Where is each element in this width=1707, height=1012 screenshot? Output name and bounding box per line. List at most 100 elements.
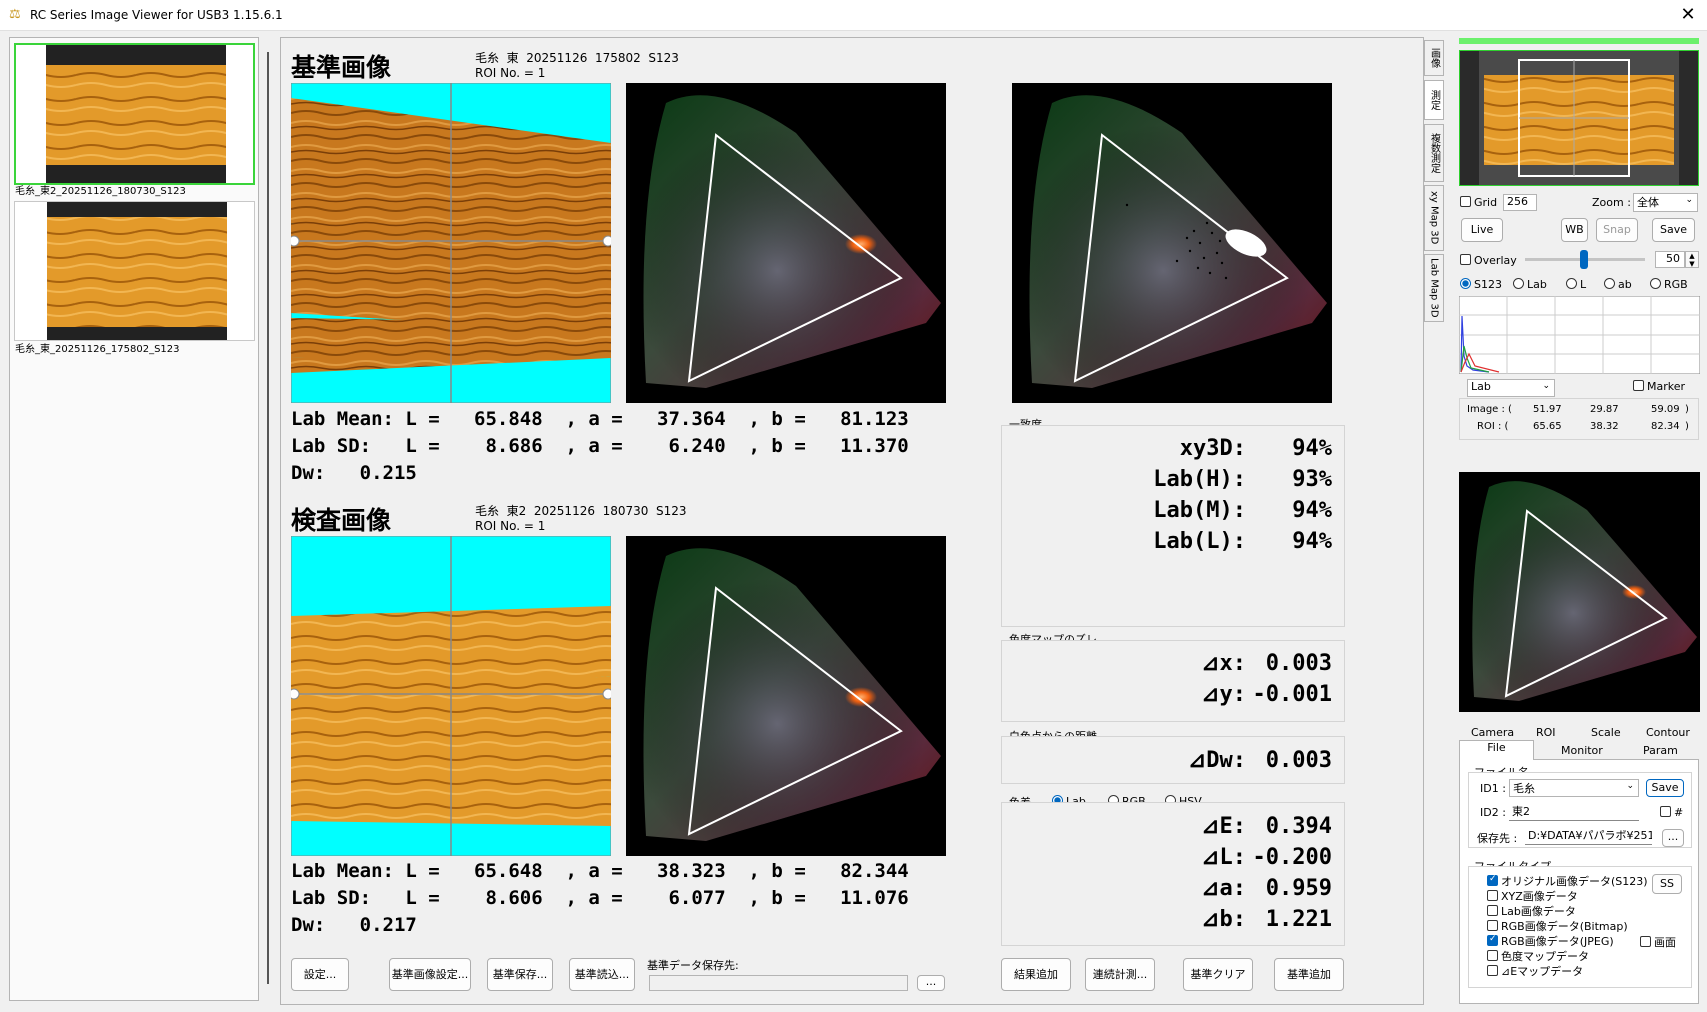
file-type-chroma-map[interactable]: 色度マップデータ — [1487, 948, 1589, 964]
marker-checkbox[interactable]: Marker — [1633, 380, 1685, 393]
file-type-original[interactable]: オリジナル画像データ(S123) — [1487, 873, 1648, 889]
preview-image[interactable] — [1459, 50, 1699, 186]
reference-save-button[interactable]: 基準保存... — [487, 958, 553, 991]
reference-add-button[interactable]: 基準追加 — [1274, 958, 1344, 991]
tab-scale[interactable]: Scale — [1591, 726, 1621, 739]
image-stats-b: 59.09 — [1651, 404, 1680, 415]
save-button[interactable]: Save — [1652, 218, 1695, 242]
mode-radio-ab[interactable]: ab — [1604, 278, 1632, 291]
tab-lab-map-3d[interactable]: Lab Map 3D — [1424, 254, 1444, 322]
radio-dot — [1513, 278, 1524, 289]
tab-file[interactable]: File — [1459, 740, 1534, 760]
dest-label: 保存先 : — [1477, 832, 1518, 845]
radio-label: S123 — [1474, 278, 1502, 291]
roi-stats-row: ROI : ( 65.65 38.32 82.34 ) — [1477, 421, 1692, 432]
histogram-select[interactable]: Lab ⌄ — [1467, 379, 1555, 397]
zoom-label: Zoom : — [1592, 196, 1631, 209]
mode-radio-lab[interactable]: Lab — [1513, 278, 1547, 291]
file-type-label: Lab画像データ — [1501, 905, 1576, 918]
screen-checkbox[interactable]: 画面 — [1640, 934, 1676, 950]
mode-radio-rgb[interactable]: RGB — [1650, 278, 1688, 291]
delta-dw-value: 0.003 — [1265, 748, 1332, 773]
tab-monitor[interactable]: Monitor — [1561, 744, 1603, 757]
settings-button[interactable]: 設定... — [291, 958, 349, 991]
file-type-jpeg[interactable]: RGB画像データ(JPEG) — [1487, 933, 1614, 949]
reference-setting-button[interactable]: 基準画像設定... — [389, 958, 471, 991]
match-value: 94% — [1292, 498, 1332, 523]
radio-dot — [1650, 278, 1661, 289]
mode-radio-l[interactable]: L — [1566, 278, 1586, 291]
close-icon[interactable]: ✕ — [1675, 3, 1701, 27]
zoom-value: 全体 — [1637, 196, 1659, 209]
id1-label: ID1 : — [1480, 782, 1506, 795]
overlay-checkbox[interactable]: Overlay — [1460, 254, 1517, 267]
wb-button[interactable]: WB — [1561, 218, 1588, 242]
id2-field[interactable]: 東2 — [1509, 803, 1639, 821]
thumbnail-label: 毛糸_東_20251126_175802_S123 — [15, 344, 180, 355]
continuous-measure-button[interactable]: 連続計測... — [1085, 958, 1155, 991]
thumbnail-item[interactable] — [14, 43, 255, 185]
file-type-lab[interactable]: Lab画像データ — [1487, 903, 1576, 919]
splitter[interactable] — [267, 52, 269, 984]
image-stats-label: Image : ( — [1467, 404, 1512, 415]
tab-xy-map-3d[interactable]: xy Map 3D — [1424, 185, 1444, 251]
tab-param[interactable]: Param — [1643, 744, 1678, 757]
marker-label: Marker — [1647, 380, 1686, 393]
snap-button[interactable]: Snap — [1596, 218, 1638, 242]
mode-radio-s123[interactable]: S123 — [1460, 278, 1502, 291]
thumbnail-item[interactable] — [14, 201, 255, 341]
right-chromaticity — [1459, 472, 1700, 712]
id2-label: ID2 : — [1480, 806, 1506, 819]
id1-select[interactable]: 毛糸 ⌄ — [1509, 779, 1639, 797]
match-value: 94% — [1292, 436, 1332, 461]
overlay-slider-thumb[interactable] — [1580, 250, 1588, 269]
file-type-xyz[interactable]: XYZ画像データ — [1487, 888, 1578, 904]
check-box — [1660, 806, 1671, 817]
tab-contour[interactable]: Contour — [1646, 726, 1690, 739]
radio-label: Lab — [1527, 278, 1547, 291]
reference-load-button[interactable]: 基準読込... — [569, 958, 635, 991]
hash-checkbox[interactable]: # — [1660, 806, 1683, 819]
delta-a-value: 0.959 — [1265, 876, 1332, 901]
histogram — [1459, 296, 1700, 374]
reference-clear-button[interactable]: 基準クリア — [1183, 958, 1253, 991]
tab-roi[interactable]: ROI — [1536, 726, 1556, 739]
file-type-bitmap[interactable]: RGB画像データ(Bitmap) — [1487, 918, 1628, 934]
check-box — [1487, 890, 1498, 901]
match-name: Lab(M): — [1153, 498, 1246, 523]
delta-l-name: ⊿L: — [1201, 845, 1246, 870]
reference-heading: 基準画像 — [291, 53, 392, 82]
thumbnail-image — [47, 202, 227, 340]
dest-browse-button[interactable]: ... — [1662, 829, 1684, 847]
file-type-de-map[interactable]: ⊿Eマップデータ — [1487, 963, 1583, 979]
live-button[interactable]: Live — [1461, 218, 1503, 242]
delta-dw-name: ⊿Dw: — [1187, 748, 1246, 773]
tab-measure[interactable]: 測定 — [1424, 80, 1444, 120]
overlay-value-field[interactable]: 50 — [1655, 251, 1685, 268]
id1-save-button[interactable]: Save — [1646, 779, 1684, 797]
grid-checkbox[interactable]: Grid — [1460, 196, 1497, 209]
hash-label: # — [1674, 806, 1684, 819]
file-type-label: RGB画像データ(JPEG) — [1501, 935, 1614, 948]
delta-x-name: ⊿x: — [1201, 651, 1246, 676]
radio-dot — [1604, 278, 1615, 289]
save-dest-field[interactable] — [649, 975, 908, 991]
chevron-down-icon: ⌄ — [1626, 781, 1634, 791]
inspection-image — [291, 536, 611, 856]
ss-button[interactable]: SS — [1652, 874, 1682, 894]
tab-camera[interactable]: Camera — [1471, 726, 1514, 739]
delta-l-value: -0.200 — [1252, 845, 1332, 870]
tab-image[interactable]: 画像 — [1424, 40, 1444, 76]
grid-size-field[interactable]: 256 — [1503, 194, 1537, 211]
add-result-button[interactable]: 結果追加 — [1001, 958, 1071, 991]
delta-x-value: 0.003 — [1265, 651, 1332, 676]
zoom-select[interactable]: 全体 ⌄ — [1633, 193, 1698, 212]
overlay-label: Overlay — [1474, 254, 1517, 267]
dest-field[interactable]: D:¥DATA¥パパラボ¥2511( — [1525, 827, 1652, 845]
save-dest-browse-button[interactable]: ... — [917, 975, 945, 991]
reference-info: 毛糸 東 20251126 175802 S123 — [475, 51, 679, 65]
roi-stats-a: 38.32 — [1590, 421, 1619, 432]
overlay-spinner[interactable]: ▲ ▼ — [1685, 251, 1699, 268]
screen-label: 画面 — [1654, 936, 1676, 949]
tab-multi-measure[interactable]: 複数測定 — [1424, 124, 1444, 182]
